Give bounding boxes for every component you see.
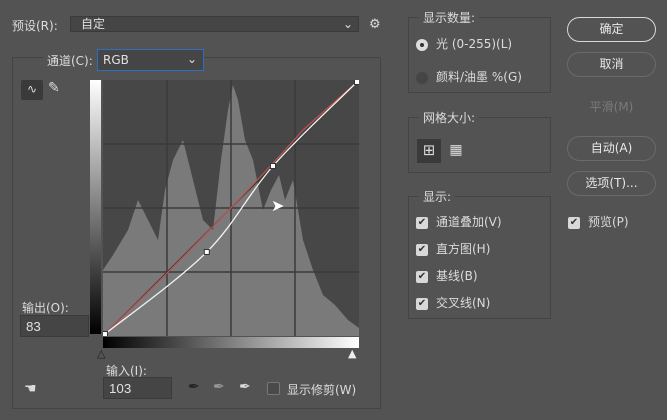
- show-clipping-label: 显示修剪(W): [287, 383, 357, 397]
- options-button[interactable]: 选项(T)...: [567, 171, 656, 196]
- show-title: 显示:: [419, 188, 456, 205]
- simple-grid-icon[interactable]: ⊞: [417, 139, 441, 163]
- output-gradient-bar: [90, 80, 101, 334]
- cursor-icon: ➤: [271, 196, 285, 215]
- checkbox-icon: ✔: [416, 297, 428, 310]
- input-gradient-bar: [103, 337, 359, 348]
- smooth-button: 平滑(M): [589, 100, 634, 114]
- gray-eyedropper-icon[interactable]: ✒: [213, 379, 225, 395]
- radio-light[interactable]: 光 (0-255)(L): [416, 35, 512, 52]
- white-point-slider[interactable]: ▲: [348, 347, 356, 360]
- preset-select[interactable]: 自定 ⌄: [70, 16, 359, 32]
- show-baseline[interactable]: ✔ 基线(B): [416, 267, 478, 284]
- radio-pigment-label: 颜料/油墨 %(G): [436, 70, 522, 84]
- option-label: 直方图(H): [436, 242, 491, 256]
- checkbox-icon: ✔: [416, 243, 428, 256]
- show-intersection[interactable]: ✔ 交叉线(N): [416, 294, 490, 311]
- show-histogram[interactable]: ✔ 直方图(H): [416, 240, 490, 257]
- target-adjust-hand-icon[interactable]: ☚: [24, 381, 37, 397]
- detailed-grid-icon[interactable]: ▦: [446, 139, 466, 163]
- option-label: 交叉线(N): [436, 296, 491, 310]
- white-eyedropper-icon[interactable]: ✒: [239, 379, 251, 395]
- black-point-slider[interactable]: △: [97, 347, 105, 360]
- cancel-button[interactable]: 取消: [567, 52, 656, 77]
- grid-size-title: 网格大小:: [419, 109, 480, 126]
- display-amount-title: 显示数量:: [419, 9, 480, 26]
- checkbox-icon: ✔: [416, 270, 428, 283]
- curve-control-point[interactable]: [270, 163, 276, 169]
- preset-label: 预设(R):: [12, 19, 58, 33]
- preview-label: 预览(P): [588, 215, 629, 229]
- curve-tool-icon[interactable]: ∿: [21, 80, 43, 100]
- output-input[interactable]: [20, 315, 89, 337]
- curve-control-point[interactable]: [354, 80, 360, 85]
- option-label: 基线(B): [436, 269, 478, 283]
- curve-graph[interactable]: [103, 80, 359, 336]
- show-channel-overlay[interactable]: ✔ 通道叠加(V): [416, 213, 502, 230]
- preview-checkbox[interactable]: ✔ 预览(P): [568, 213, 629, 230]
- auto-button[interactable]: 自动(A): [567, 136, 656, 161]
- preset-value: 自定: [81, 17, 106, 31]
- chevron-down-icon: ⌄: [342, 17, 353, 31]
- channel-value: RGB: [103, 53, 129, 67]
- channel-select[interactable]: RGB ⌄: [97, 49, 204, 71]
- checkbox-icon: ✔: [568, 216, 580, 229]
- checkbox-icon: ✔: [416, 216, 428, 229]
- input-input[interactable]: [103, 377, 172, 399]
- radio-light-label: 光 (0-255)(L): [436, 37, 513, 51]
- curve-control-point[interactable]: [203, 248, 210, 255]
- pencil-icon[interactable]: ✎: [48, 80, 60, 96]
- black-eyedropper-icon[interactable]: ✒: [188, 379, 200, 395]
- output-label: 输出(O):: [22, 301, 69, 315]
- option-label: 通道叠加(V): [436, 215, 502, 229]
- chevron-down-icon: ⌄: [186, 52, 197, 66]
- ok-button[interactable]: 确定: [567, 17, 656, 42]
- gear-icon[interactable]: ⚙: [369, 17, 381, 32]
- show-clipping-checkbox[interactable]: [267, 382, 280, 395]
- curve-control-point[interactable]: [103, 331, 108, 337]
- channel-label: 通道(C):: [44, 52, 96, 69]
- radio-pigment[interactable]: 颜料/油墨 %(G): [416, 68, 522, 85]
